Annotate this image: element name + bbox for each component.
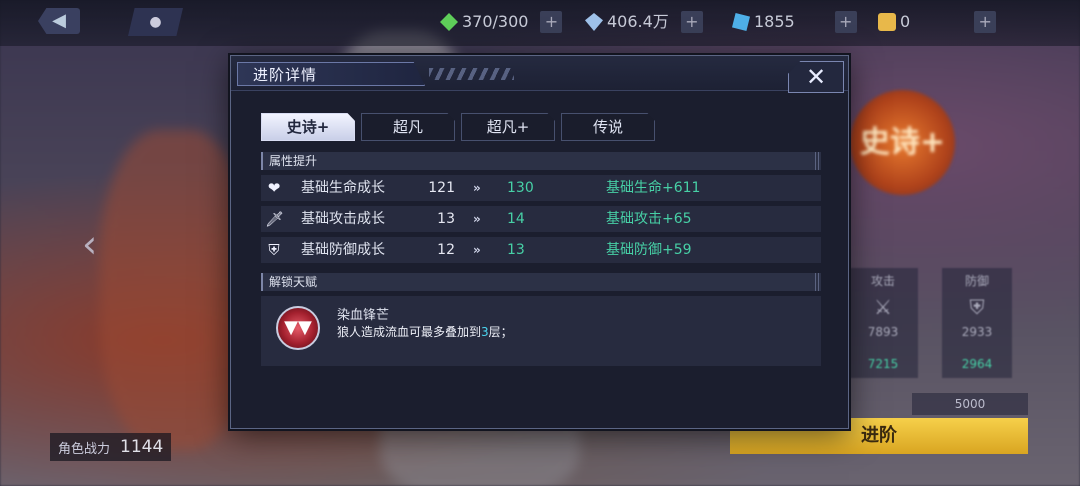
arrow-right-icon: » — [473, 181, 481, 195]
back-button[interactable]: ◀ — [38, 8, 80, 34]
stat-attack: 攻击 ⚔ 7893 7215 — [848, 268, 918, 378]
power-label: 角色战力 — [58, 441, 111, 457]
sword-icon: 🗡 — [265, 210, 285, 228]
attr-to: 130 — [507, 180, 534, 196]
stamina-icon — [440, 13, 458, 31]
talent-section-header: 解锁天赋 — [261, 273, 821, 291]
gem-resource: 1855 + — [732, 10, 857, 34]
stat-label: 攻击 — [870, 274, 895, 288]
attr-name: 基础防御成长 — [301, 242, 385, 258]
shield-icon: ⛨ — [969, 295, 985, 319]
talent-card: ▼▼ 染血锋芒 狼人造成流血可最多叠加到3层； — [261, 296, 821, 366]
character-power: 角色战力 1144 — [50, 433, 172, 461]
attr-row-atk: 🗡 基础攻击成长 13 » 14 基础攻击+65 — [261, 206, 821, 232]
back-arrow-icon: ◀ — [52, 10, 66, 31]
power-value: 1144 — [120, 437, 164, 457]
home-button[interactable]: ● — [128, 8, 183, 36]
header-stripes-decoration — [429, 68, 514, 80]
shield-icon: ⛨ — [268, 241, 280, 259]
arrow-right-icon: » — [473, 243, 481, 257]
attr-bonus: 基础攻击+65 — [606, 211, 692, 227]
stat-next: 7215 — [867, 357, 899, 371]
modal-title: 进阶详情 — [253, 66, 318, 84]
stamina-resource: 370/300 + — [440, 10, 563, 34]
tab-transcendent-plus[interactable]: 超凡+ — [461, 113, 555, 141]
attr-row-hp: ❤ 基础生命成长 121 » 130 基础生命+611 — [261, 175, 821, 201]
attr-bonus: 基础生命+611 — [606, 180, 701, 196]
rarity-tabs: 史诗+ 超凡 超凡+ 传说 — [261, 113, 655, 141]
add-gem-button[interactable]: + — [834, 11, 857, 33]
attr-to: 14 — [507, 211, 525, 227]
advance-cost: 5000 — [912, 393, 1028, 415]
stat-next: 2964 — [961, 357, 993, 371]
close-button[interactable]: ✕ — [788, 61, 844, 93]
add-ticket-button[interactable]: + — [974, 11, 997, 33]
character-silhouette — [100, 130, 250, 450]
fangs-icon: ▼▼ — [276, 306, 320, 350]
ticket-resource: 0 + — [878, 10, 997, 34]
gem-value: 1855 — [754, 12, 795, 31]
rarity-badge: 史诗+ — [850, 90, 955, 195]
talent-name: 染血锋芒 — [337, 308, 390, 323]
talent-desc-highlight: 3 — [481, 325, 489, 339]
top-bar: ◀ ● 370/300 + 406.4万 + 1855 + 0 + — [0, 0, 1080, 46]
attr-to: 13 — [507, 242, 525, 258]
attr-name: 基础攻击成长 — [301, 211, 385, 227]
tab-epic-plus[interactable]: 史诗+ — [261, 113, 355, 141]
talent-desc-prefix: 狼人造成流血可最多叠加到 — [337, 325, 482, 339]
attr-from: 13 — [437, 211, 455, 227]
talent-description: 狼人造成流血可最多叠加到3层； — [337, 323, 513, 340]
gem-icon — [732, 13, 750, 31]
stat-defense: 防御 ⛨ 2933 2964 — [942, 268, 1012, 378]
modal-header: 进阶详情 ✕ — [231, 56, 848, 93]
ticket-value: 0 — [900, 12, 911, 31]
diamond-icon — [585, 13, 603, 31]
stat-value: 7893 — [867, 325, 899, 339]
tab-transcendent[interactable]: 超凡 — [361, 113, 455, 141]
attr-bonus: 基础防御+59 — [606, 242, 692, 258]
diamond-resource: 406.4万 + — [585, 10, 703, 34]
heart-icon: ❤ — [267, 179, 281, 197]
attr-row-def: ⛨ 基础防御成长 12 » 13 基础防御+59 — [261, 237, 821, 263]
add-diamond-button[interactable]: + — [680, 11, 703, 33]
stat-label: 防御 — [964, 274, 989, 288]
stamina-value: 370/300 — [462, 12, 529, 31]
diamond-value: 406.4万 — [607, 12, 669, 31]
attr-name: 基础生命成长 — [301, 180, 385, 196]
attr-from: 121 — [428, 180, 455, 196]
attr-section-header: 属性提升 — [261, 152, 821, 170]
tab-legendary[interactable]: 传说 — [561, 113, 655, 141]
close-icon: ✕ — [805, 63, 827, 91]
arrow-right-icon: » — [473, 212, 481, 226]
ticket-icon — [878, 13, 896, 31]
previous-character-arrow-icon[interactable]: ‹ — [82, 222, 97, 266]
stat-value: 2933 — [961, 325, 993, 339]
home-icon: ● — [149, 14, 162, 30]
sword-icon: ⚔ — [874, 295, 892, 319]
attr-from: 12 — [437, 242, 455, 258]
talent-desc-suffix: 层； — [488, 325, 513, 339]
add-stamina-button[interactable]: + — [540, 11, 563, 33]
advancement-details-modal: 进阶详情 ✕ 史诗+ 超凡 超凡+ 传说 属性提升 ❤ 基础生命成长 121 »… — [230, 55, 849, 429]
